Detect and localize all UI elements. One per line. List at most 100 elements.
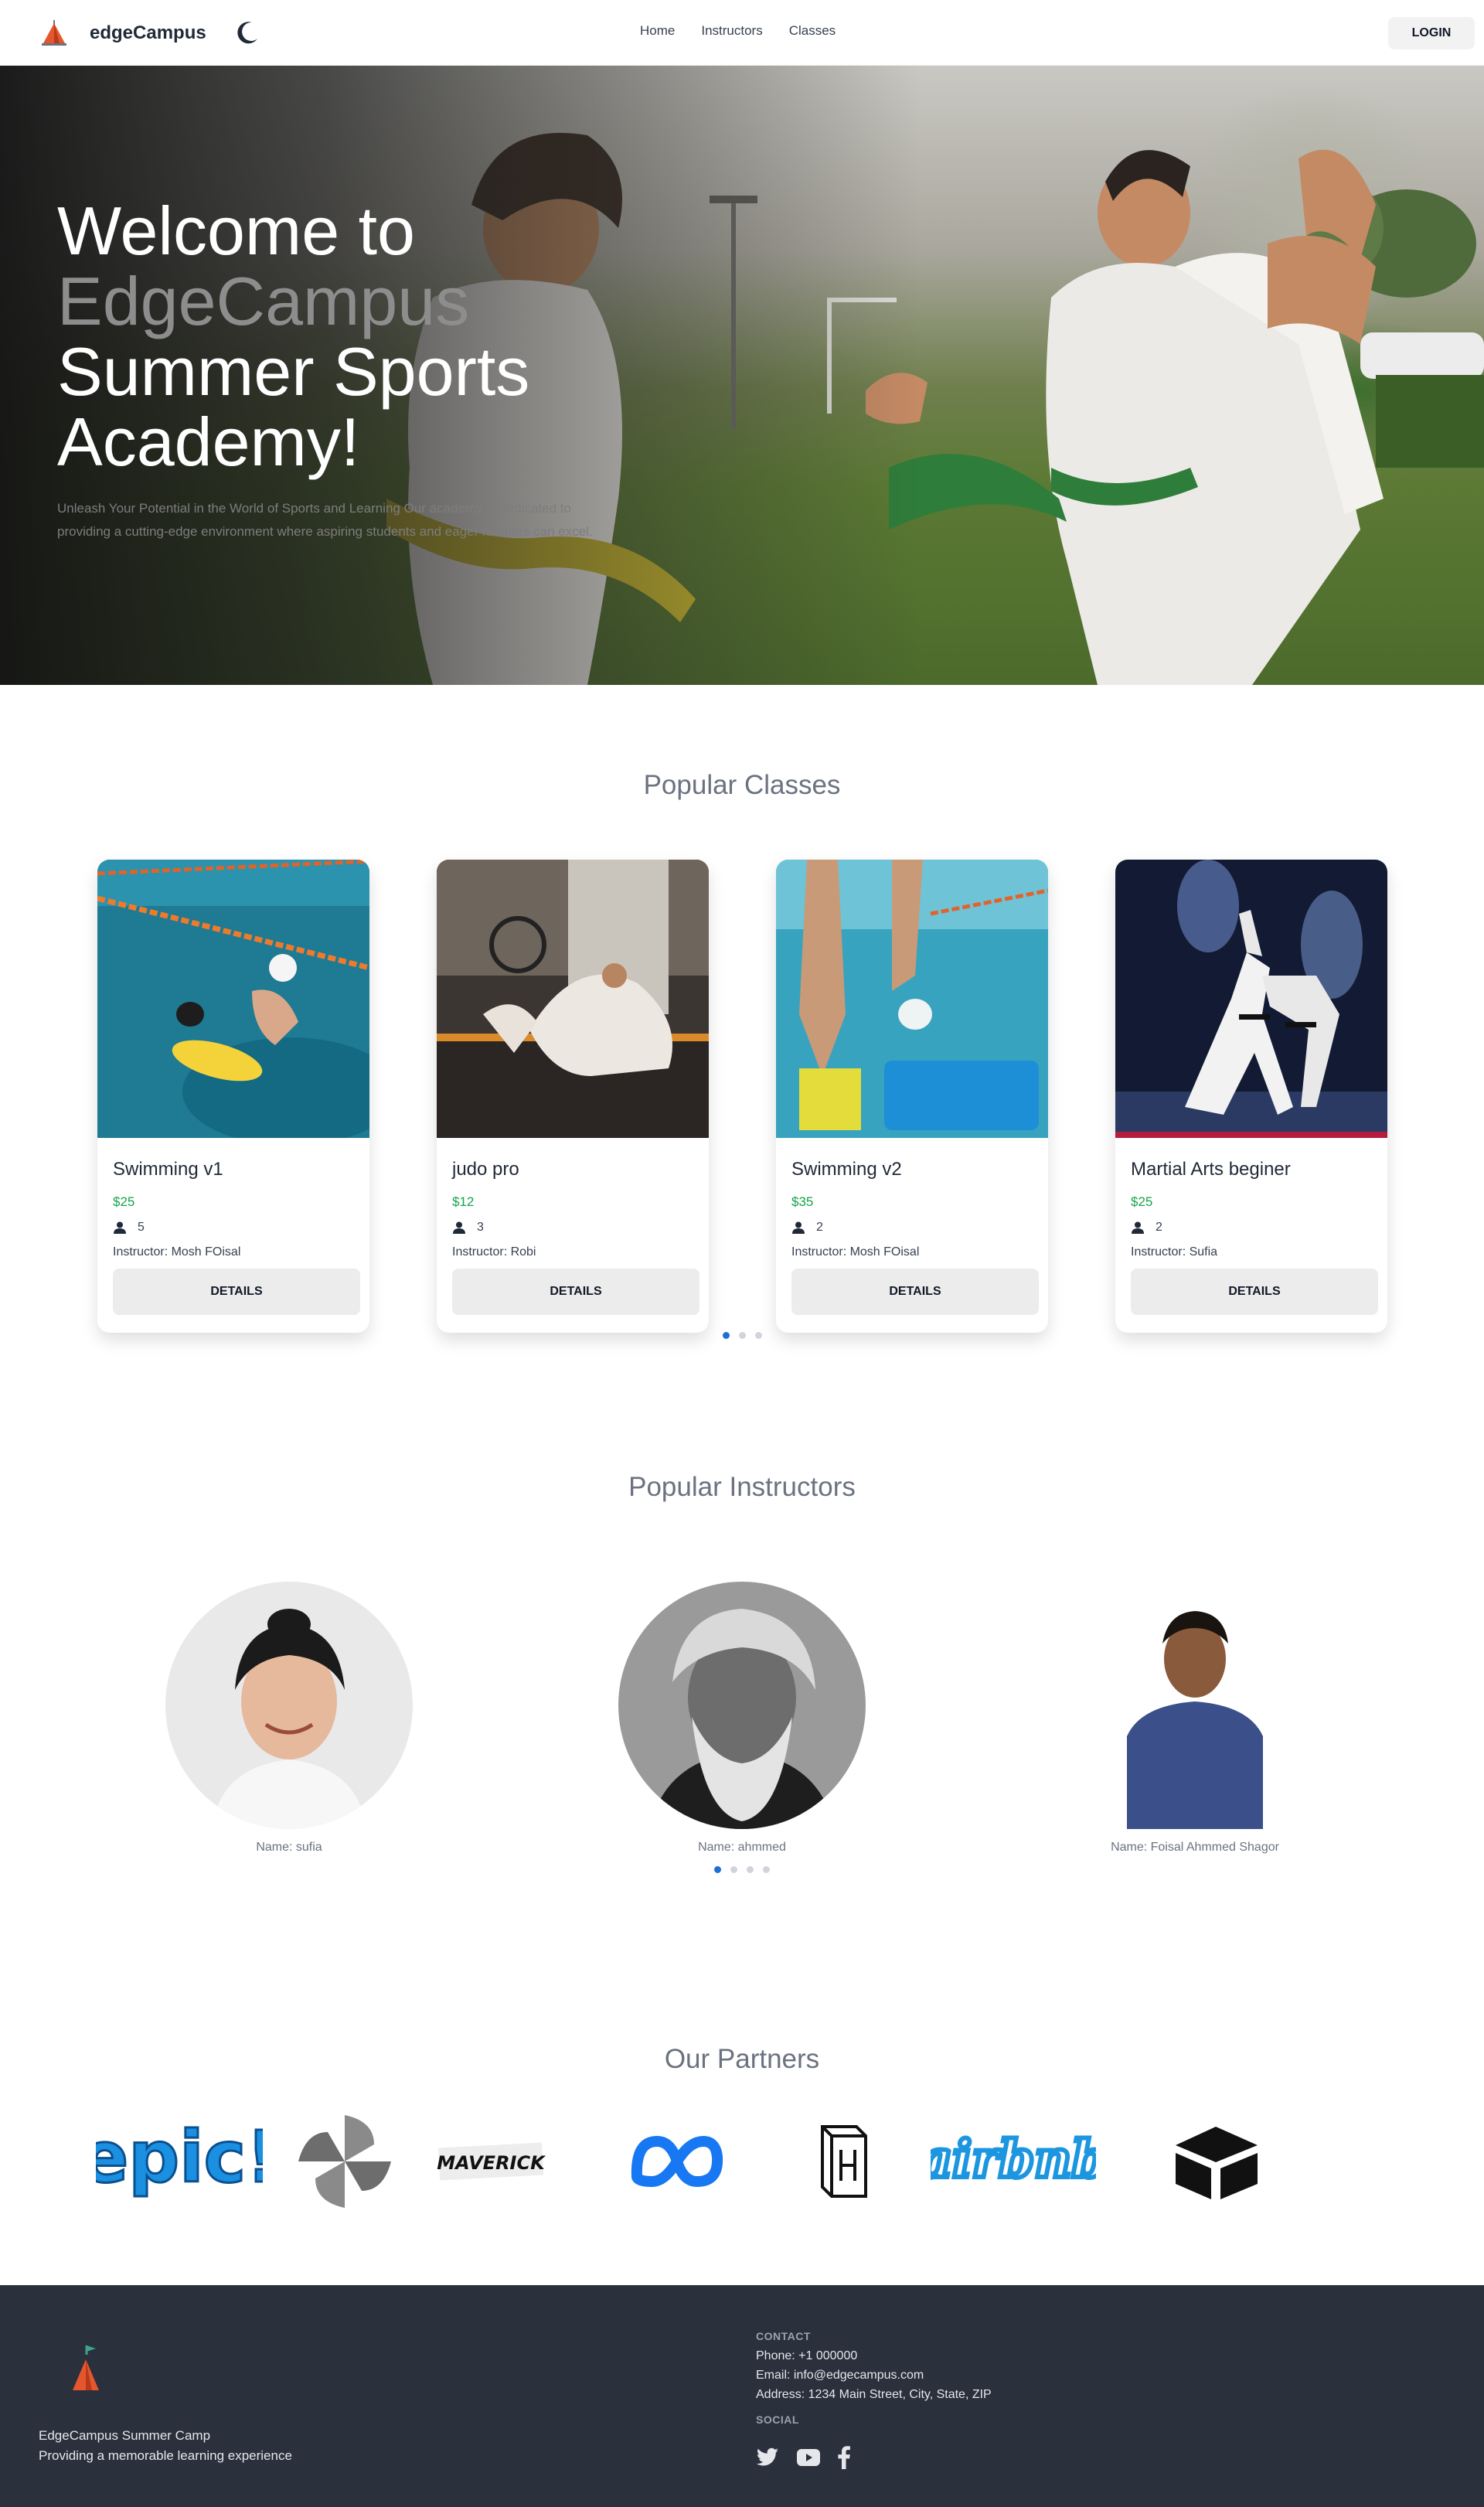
details-button[interactable]: DETAILS (1131, 1269, 1378, 1315)
class-card: Swimming v1 $25 5 Instructor: Mosh FOisa… (97, 860, 369, 1333)
class-seats: 3 (452, 1221, 693, 1235)
class-instructor-prefix: Instructor: (791, 1245, 850, 1259)
hero-title-line3: Summer Sports (57, 333, 530, 410)
airtable-logo-icon (1176, 2127, 1258, 2199)
class-price: $25 (1131, 1194, 1153, 1209)
class-seats: 5 (113, 1221, 354, 1235)
facebook-icon[interactable] (838, 2446, 850, 2469)
meta-logo-icon (631, 2136, 723, 2187)
instructor-card[interactable]: Name: Foisal Ahmmed Shagor (1071, 1582, 1319, 1855)
class-instructor: Instructor: Sufia (1131, 1245, 1372, 1259)
partner-logo-hbox (812, 2110, 876, 2212)
epic-logo-text: epic! (96, 2116, 263, 2199)
instructor-name: Name: ahmmed (698, 1841, 786, 1854)
hero-content: Welcome to EdgeCampus Summer Sports Acad… (57, 196, 645, 543)
pinwheel-logo-icon (298, 2115, 391, 2208)
details-button[interactable]: DETAILS (452, 1269, 699, 1315)
class-instructor: Instructor: Mosh FOisal (113, 1245, 354, 1259)
footer-brand: EdgeCampus Summer Camp Providing a memor… (39, 2426, 292, 2466)
h-box-logo-icon (821, 2125, 867, 2198)
our-partners-title: Our Partners (664, 2044, 820, 2074)
class-price: $12 (452, 1194, 475, 1209)
pagination-dot[interactable] (730, 1866, 737, 1873)
nav-link-classes[interactable]: Classes (789, 23, 836, 39)
class-instructor: Instructor: Robi (452, 1245, 693, 1259)
twitter-icon[interactable] (756, 2447, 779, 2468)
class-seats-value: 2 (1156, 1221, 1162, 1234)
partner-logo-epic: epic! (96, 2110, 263, 2212)
class-card: Martial Arts beginer $25 2 Instructor: S… (1115, 860, 1387, 1333)
hero-title-line1: Welcome to (57, 192, 415, 269)
class-name: Martial Arts beginer (1131, 1159, 1291, 1180)
partner-logo-meta (629, 2110, 725, 2212)
hero-banner: Welcome to EdgeCampus Summer Sports Acad… (0, 66, 1484, 685)
class-image-judo (437, 860, 709, 1138)
partner-logo-maverick: MAVERICK (433, 2110, 549, 2212)
class-image-swimming (97, 860, 369, 1146)
instructor-avatar (165, 1582, 413, 1829)
class-seats-value: 3 (477, 1221, 484, 1234)
details-button[interactable]: DETAILS (791, 1269, 1039, 1315)
instructor-avatar (1071, 1582, 1319, 1829)
hero-title: Welcome to EdgeCampus Summer Sports Acad… (57, 196, 645, 477)
class-price: $25 (113, 1194, 135, 1209)
hero-title-accent: EdgeCampus (57, 263, 470, 339)
class-instructor-name: Sufia (1189, 1245, 1218, 1259)
class-instructor-prefix: Instructor: (113, 1245, 172, 1259)
nav-link-instructors[interactable]: Instructors (701, 23, 762, 39)
footer-email[interactable]: Email: info@edgecampus.com (756, 2366, 992, 2385)
class-card: judo pro $12 3 Instructor: Robi DETAILS (437, 860, 709, 1333)
class-name: Swimming v1 (113, 1159, 223, 1180)
class-seats-value: 2 (816, 1221, 823, 1234)
class-image-martial-arts (1115, 860, 1387, 1138)
instructor-avatar (618, 1582, 866, 1829)
class-instructor: Instructor: Mosh FOisal (791, 1245, 1033, 1259)
class-price: $35 (791, 1194, 814, 1209)
moon-icon[interactable] (233, 19, 261, 46)
class-instructor-name: Robi (510, 1245, 536, 1259)
footer-brand-name: EdgeCampus Summer Camp (39, 2428, 211, 2443)
instructor-card[interactable]: Name: sufia (165, 1582, 413, 1855)
class-name: Swimming v2 (791, 1159, 902, 1180)
user-icon (114, 1221, 126, 1234)
footer-address: Address: 1234 Main Street, City, State, … (756, 2388, 992, 2401)
pagination-dot[interactable] (723, 1332, 730, 1339)
user-icon (1132, 1221, 1144, 1234)
class-card: Swimming v2 $35 2 Instructor: Mosh FOisa… (776, 860, 1048, 1333)
epic-logo-icon: epic! (96, 2115, 263, 2200)
nav-link-home[interactable]: Home (640, 23, 675, 39)
class-name: judo pro (452, 1159, 519, 1180)
pagination-dot[interactable] (755, 1332, 762, 1339)
nav-links: Home Instructors Classes (640, 23, 836, 39)
pagination-dot[interactable] (714, 1866, 721, 1873)
user-icon (792, 1221, 805, 1234)
hero-title-line4: Academy! (57, 404, 360, 480)
social-links (756, 2446, 850, 2469)
class-instructor-prefix: Instructor: (1131, 1245, 1190, 1259)
classes-carousel[interactable]: Swimming v1 $25 5 Instructor: Mosh FOisa… (85, 849, 1399, 1353)
details-button[interactable]: DETAILS (113, 1269, 360, 1315)
youtube-icon[interactable] (796, 2448, 821, 2467)
instructor-card[interactable]: Name: ahmmed (618, 1582, 866, 1855)
partner-logo-airbnb: airbnb (931, 2110, 1096, 2212)
class-instructor-name: Mosh FOisal (171, 1245, 241, 1259)
footer-phone: Phone: +1 000000 (756, 2349, 858, 2362)
login-button[interactable]: LOGIN (1388, 17, 1475, 49)
brand-name: edgeCampus (90, 22, 206, 43)
classes-pagination (723, 1332, 762, 1339)
class-seats: 2 (791, 1221, 1033, 1235)
pagination-dot[interactable] (739, 1332, 746, 1339)
navbar: edgeCampus Home Instructors Classes LOGI… (0, 0, 1484, 66)
brand[interactable]: edgeCampus (39, 19, 206, 48)
instructors-pagination (714, 1866, 770, 1873)
class-instructor-name: Mosh FOisal (849, 1245, 920, 1259)
pagination-dot[interactable] (747, 1866, 754, 1873)
pagination-dot[interactable] (763, 1866, 770, 1873)
footer-contact: CONTACT Phone: +1 000000 Email: info@edg… (756, 2327, 992, 2430)
hero-subtitle: Unleash Your Potential in the World of S… (57, 501, 593, 539)
class-seats: 2 (1131, 1221, 1372, 1235)
popular-instructors-title: Popular Instructors (628, 1472, 856, 1502)
popular-classes-title: Popular Classes (643, 770, 841, 800)
class-image-swimming-v2 (776, 860, 1048, 1138)
partner-logo-pinwheel (297, 2110, 393, 2212)
